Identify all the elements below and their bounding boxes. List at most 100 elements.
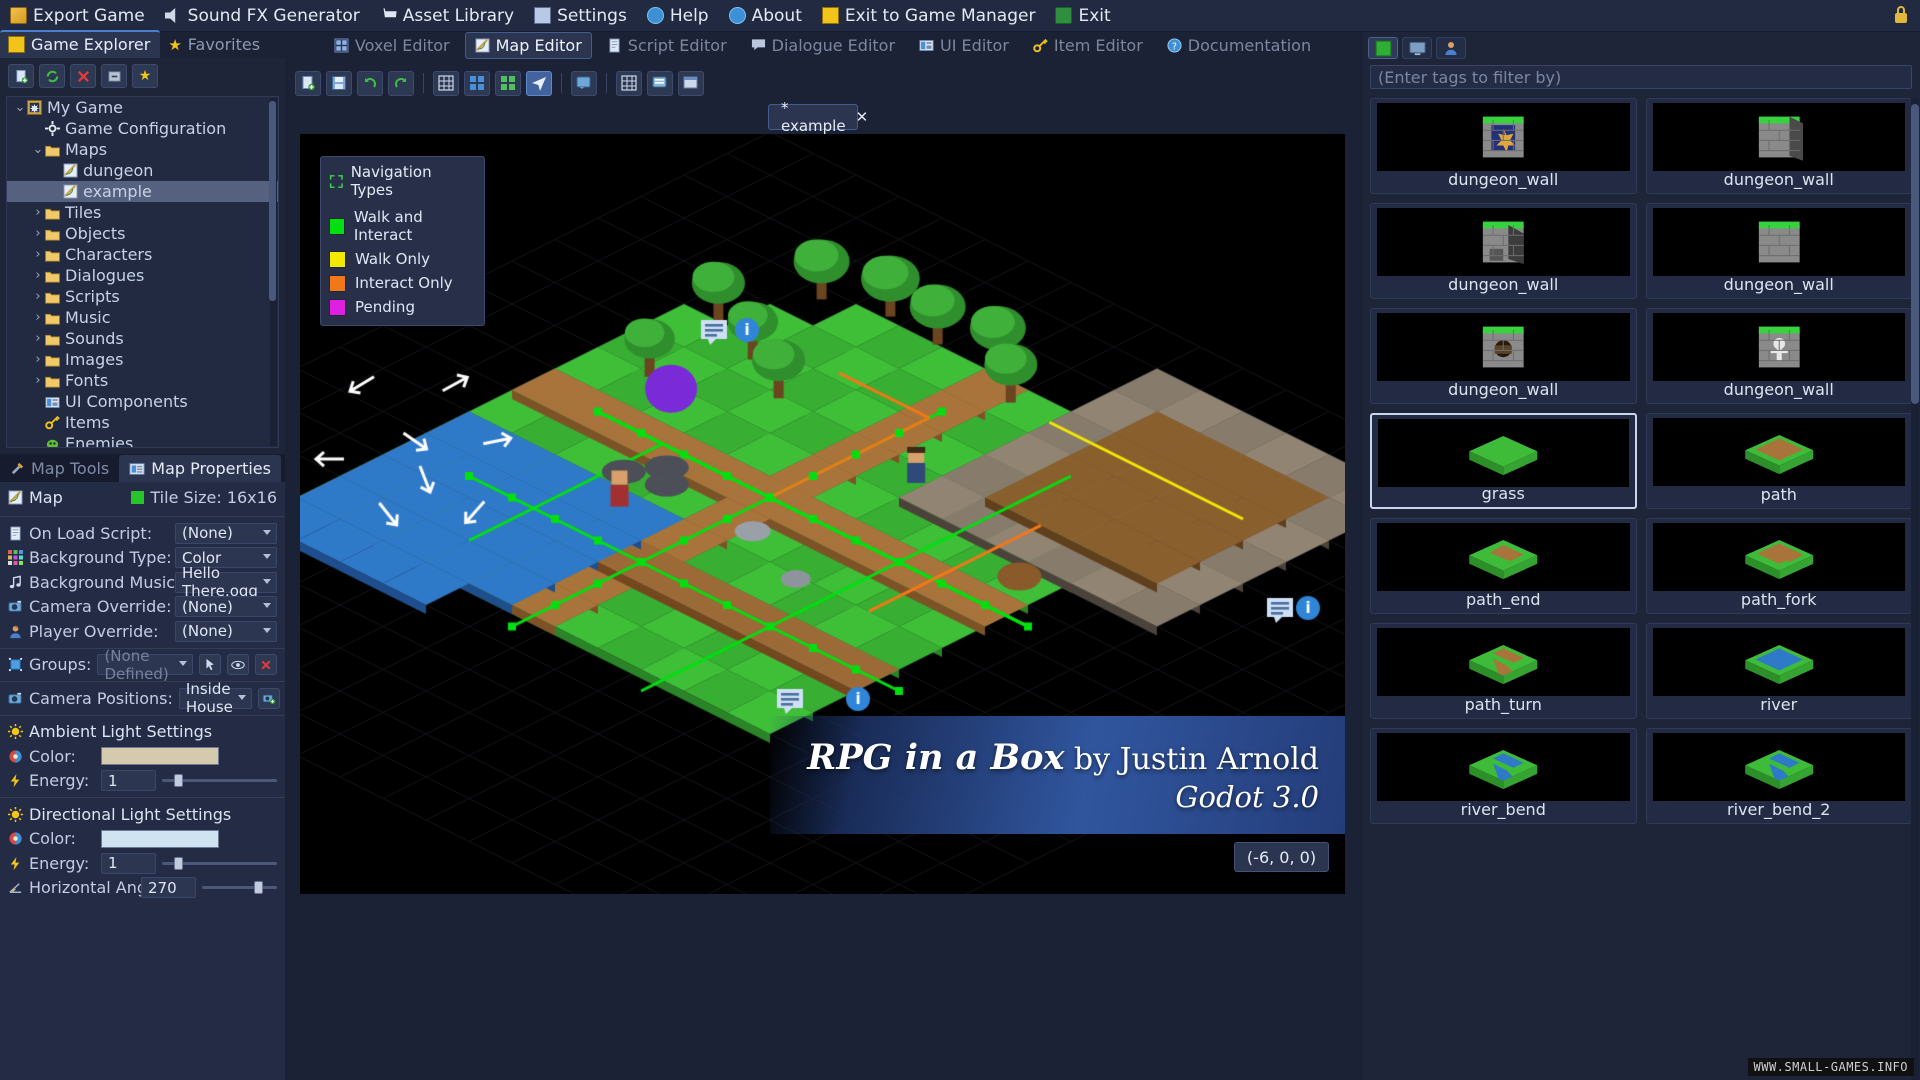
tag-filter-input[interactable]: (Enter tags to filter by) [1370, 65, 1912, 89]
ambient-energy-input[interactable]: 1 [101, 770, 156, 792]
tree-item-example[interactable]: example [7, 181, 278, 202]
tab-voxel-editor[interactable]: Voxel Editor [325, 33, 459, 58]
tree-item-images[interactable]: › Images [7, 349, 278, 370]
add-camera-position-button[interactable] [257, 687, 280, 709]
document-tab-example[interactable]: * example ✕ [768, 99, 868, 135]
game-explorer-tree[interactable]: ⌄ My Game Game Configuration ⌄ Maps dungeon ex… [6, 96, 279, 448]
menu-exit-to-game-manager[interactable]: Exit to Game Manager [812, 3, 1046, 29]
map-settings-button[interactable] [616, 70, 642, 96]
objects-tab[interactable] [1402, 37, 1432, 59]
tab-documentation[interactable]: ? Documentation [1158, 33, 1320, 58]
tree-twisty[interactable]: › [31, 352, 45, 367]
asset-tile[interactable]: dungeon_wall [1645, 203, 1912, 299]
close-icon[interactable]: ✕ [856, 108, 869, 126]
tree-item-ui-components[interactable]: UI Components [7, 391, 278, 412]
tree-item-scripts[interactable]: › Scripts [7, 286, 278, 307]
tree-twisty[interactable]: ⌄ [13, 100, 27, 115]
tab-favorites[interactable]: ★ Favorites [160, 32, 270, 58]
tree-twisty[interactable]: › [31, 310, 45, 325]
slider-knob[interactable] [174, 774, 184, 788]
window-lock-icon[interactable] [1890, 3, 1912, 27]
camera-positions-select[interactable]: Inside House [178, 680, 252, 716]
directional-color-swatch[interactable] [101, 829, 219, 848]
extra-tool-button[interactable] [678, 70, 704, 96]
asset-tile[interactable]: dungeon_wall [1370, 98, 1637, 194]
property-select[interactable]: (None) [175, 620, 277, 642]
tab-map-tools[interactable]: Map Tools [0, 455, 119, 482]
tree-item-my-game[interactable]: ⌄ My Game [7, 97, 278, 118]
asset-tile[interactable]: dungeon_wall [1370, 203, 1637, 299]
asset-tile[interactable]: path_fork [1645, 518, 1912, 614]
tree-item-enemies[interactable]: Enemies [7, 433, 278, 447]
tab-ui-editor[interactable]: UI Editor [910, 33, 1018, 58]
asset-tile[interactable]: river [1645, 623, 1912, 719]
toggle-grid-button[interactable] [433, 70, 459, 96]
tree-twisty[interactable]: › [31, 373, 45, 388]
tree-twisty[interactable]: › [31, 268, 45, 283]
asset-tile[interactable]: dungeon_wall [1645, 308, 1912, 404]
ambient-energy-slider[interactable] [162, 772, 277, 790]
tree-item-objects[interactable]: › Objects [7, 223, 278, 244]
ambient-color-swatch[interactable] [101, 747, 219, 766]
tree-item-music[interactable]: › Music [7, 307, 278, 328]
tree-item-characters[interactable]: › Characters [7, 244, 278, 265]
show-objects-button[interactable] [495, 70, 521, 96]
slider-knob[interactable] [254, 881, 264, 895]
tree-twisty[interactable]: › [31, 205, 45, 220]
asset-scrollbar-thumb[interactable] [1911, 104, 1919, 404]
tree-item-game-configuration[interactable]: Game Configuration [7, 118, 278, 139]
characters-tab[interactable] [1436, 37, 1466, 59]
menu-sound-fx-generator[interactable]: Sound FX Generator [155, 3, 370, 29]
asset-tile[interactable]: river_bend_2 [1645, 728, 1912, 824]
asset-tile[interactable]: path_end [1370, 518, 1637, 614]
tree-item-fonts[interactable]: › Fonts [7, 370, 278, 391]
tree-item-dungeon[interactable]: dungeon [7, 160, 278, 181]
tree-item-dialogues[interactable]: › Dialogues [7, 265, 278, 286]
tree-item-maps[interactable]: ⌄ Maps [7, 139, 278, 160]
redo-button[interactable] [388, 70, 414, 96]
property-select[interactable]: (None) [175, 522, 277, 544]
show-markers-button[interactable] [571, 70, 597, 96]
favorite-button[interactable]: ★ [132, 64, 158, 88]
map-options-button[interactable] [647, 70, 673, 96]
tree-item-tiles[interactable]: › Tiles [7, 202, 278, 223]
menu-about[interactable]: About [719, 3, 812, 29]
tab-item-editor[interactable]: Item Editor [1024, 33, 1152, 58]
menu-help[interactable]: Help [637, 3, 719, 29]
asset-tile[interactable]: dungeon_wall [1645, 98, 1912, 194]
refresh-button[interactable] [39, 64, 65, 88]
asset-tile[interactable]: path_turn [1370, 623, 1637, 719]
tree-scrollbar-thumb[interactable] [269, 101, 276, 301]
asset-tile[interactable]: grass [1370, 413, 1637, 509]
directional-hangle-input[interactable]: 270 [141, 877, 196, 899]
directional-energy-input[interactable]: 1 [101, 852, 156, 874]
asset-tile-grid[interactable]: dungeon_wall dungeon_wall dungeon_wall d… [1362, 98, 1920, 1080]
menu-asset-library[interactable]: Asset Library [370, 3, 524, 29]
tree-twisty[interactable]: › [31, 289, 45, 304]
collapse-all-button[interactable] [101, 64, 127, 88]
map-viewport[interactable]: Navigation Types Walk and Interact Walk O… [300, 134, 1345, 894]
slider-knob[interactable] [174, 856, 184, 870]
tiles-tab[interactable] [1368, 37, 1398, 59]
show-navigation-button[interactable] [526, 70, 552, 96]
delete-button[interactable] [70, 64, 96, 88]
tab-dialogue-editor[interactable]: Dialogue Editor [742, 33, 904, 58]
tree-twisty[interactable]: › [31, 247, 45, 262]
asset-tile[interactable]: dungeon_wall [1370, 308, 1637, 404]
save-map-button[interactable] [326, 70, 352, 96]
directional-hangle-slider[interactable] [202, 879, 277, 897]
groups-select[interactable]: (None Defined) [97, 647, 193, 683]
undo-button[interactable] [357, 70, 383, 96]
asset-scrollbar[interactable] [1911, 98, 1919, 1080]
toggle-group-visibility-button[interactable] [227, 654, 249, 676]
tree-twisty[interactable]: ⌄ [31, 142, 45, 157]
select-group-button[interactable] [199, 654, 221, 676]
delete-group-button[interactable] [255, 654, 277, 676]
tab-script-editor[interactable]: Script Editor [598, 33, 736, 58]
tab-map-editor[interactable]: Map Editor [464, 31, 592, 59]
show-tiles-button[interactable] [464, 70, 490, 96]
new-item-button[interactable] [8, 64, 34, 88]
new-map-button[interactable] [295, 70, 321, 96]
menu-settings[interactable]: Settings [524, 3, 637, 29]
property-select[interactable]: (None) [175, 596, 277, 618]
